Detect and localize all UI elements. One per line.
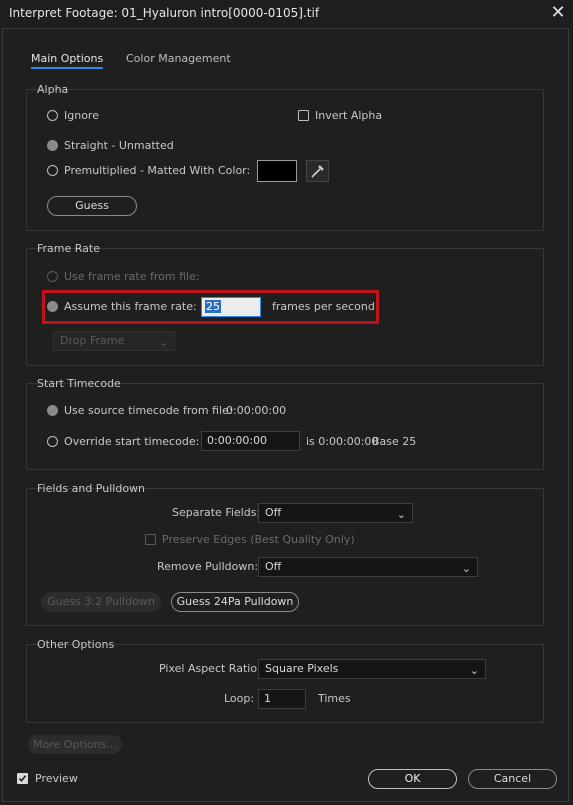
preserve-edges-label: Preserve Edges (Best Quality Only) [162, 533, 355, 546]
straight-radio[interactable] [47, 140, 58, 151]
drop-frame-dropdown[interactable]: Drop Frame ⌄ [53, 331, 175, 351]
tab-color-management[interactable]: Color Management [126, 52, 231, 65]
guess-button[interactable]: Guess [47, 196, 137, 216]
loop-input[interactable]: 1 [258, 689, 306, 709]
times-label: Times [318, 692, 351, 705]
separate-fields-dropdown[interactable]: Off ⌄ [258, 503, 413, 523]
use-source-timecode-radio[interactable] [47, 405, 58, 416]
frame-rate-group-title: Frame Rate [37, 242, 100, 255]
window-title: Interpret Footage: 01_Hyaluron intro[000… [9, 6, 320, 20]
eyedropper-icon[interactable] [306, 160, 329, 182]
matte-color-swatch[interactable] [257, 160, 297, 182]
override-timecode-input[interactable]: 0:00:00:00 [201, 431, 300, 451]
alpha-group-title: Alpha [37, 83, 69, 96]
separate-fields-value: Off [265, 506, 282, 519]
invert-alpha-checkbox[interactable] [298, 110, 309, 121]
premultiplied-label: Premultiplied - Matted With Color: [64, 164, 251, 177]
loop-label: Loop: [224, 692, 255, 705]
separate-fields-label: Separate Fields: [172, 506, 261, 519]
pixel-aspect-ratio-label: Pixel Aspect Ratio: [159, 662, 261, 675]
use-source-timecode-label: Use source timecode from file: [64, 404, 233, 417]
preserve-edges-checkbox[interactable] [145, 534, 156, 545]
remove-pulldown-label: Remove Pulldown: [157, 560, 259, 573]
use-file-rate-radio[interactable] [47, 271, 58, 282]
frame-rate-value: 25 [205, 300, 221, 313]
pixel-aspect-ratio-dropdown[interactable]: Square Pixels ⌄ [258, 659, 486, 679]
frame-rate-input[interactable]: 25 [201, 297, 261, 317]
preview-checkbox[interactable] [17, 773, 28, 784]
more-options-button[interactable]: More Options... [28, 735, 122, 754]
cancel-button[interactable]: Cancel [468, 769, 557, 789]
pixel-aspect-ratio-value: Square Pixels [265, 662, 339, 675]
chevron-down-icon: ⌄ [469, 664, 479, 677]
preview-label: Preview [35, 772, 78, 785]
remove-pulldown-dropdown[interactable]: Off ⌄ [258, 557, 478, 577]
fields-pulldown-group-title: Fields and Pulldown [37, 482, 146, 495]
override-timecode-radio[interactable] [47, 436, 58, 447]
straight-label: Straight - Unmatted [64, 139, 174, 152]
tab-main-options[interactable]: Main Options [31, 52, 104, 69]
other-options-group-title: Other Options [37, 638, 115, 651]
timecode-group [26, 383, 544, 470]
chevron-down-icon: ⌄ [461, 562, 471, 575]
use-file-rate-label: Use frame rate from file: [64, 270, 200, 283]
timecode-group-title: Start Timecode [37, 377, 121, 390]
guess-32-pulldown-button[interactable]: Guess 3:2 Pulldown [41, 592, 161, 612]
guess-24pa-pulldown-button[interactable]: Guess 24Pa Pulldown [171, 592, 299, 612]
ignore-radio[interactable] [47, 110, 58, 121]
other-options-group [26, 644, 544, 723]
chevron-down-icon: ⌄ [158, 336, 168, 349]
remove-pulldown-value: Off [265, 560, 282, 573]
ignore-label: Ignore [64, 109, 99, 122]
override-timecode-label: Override start timecode: [64, 435, 200, 448]
close-icon[interactable]: ✕ [549, 3, 567, 23]
premultiplied-radio[interactable] [47, 165, 58, 176]
fps-label: frames per second [272, 300, 375, 313]
ok-button[interactable]: OK [368, 769, 457, 789]
timecode-is-label: is 0:00:00:00 [306, 435, 379, 448]
assume-rate-label: Assume this frame rate: [64, 300, 197, 313]
drop-frame-label: Drop Frame [60, 334, 125, 347]
chevron-down-icon: ⌄ [396, 508, 406, 521]
source-timecode-value: 0:00:00:00 [226, 404, 287, 417]
invert-alpha-label: Invert Alpha [315, 109, 383, 122]
assume-rate-radio[interactable] [47, 301, 58, 312]
timecode-base-label: Base 25 [372, 435, 417, 448]
